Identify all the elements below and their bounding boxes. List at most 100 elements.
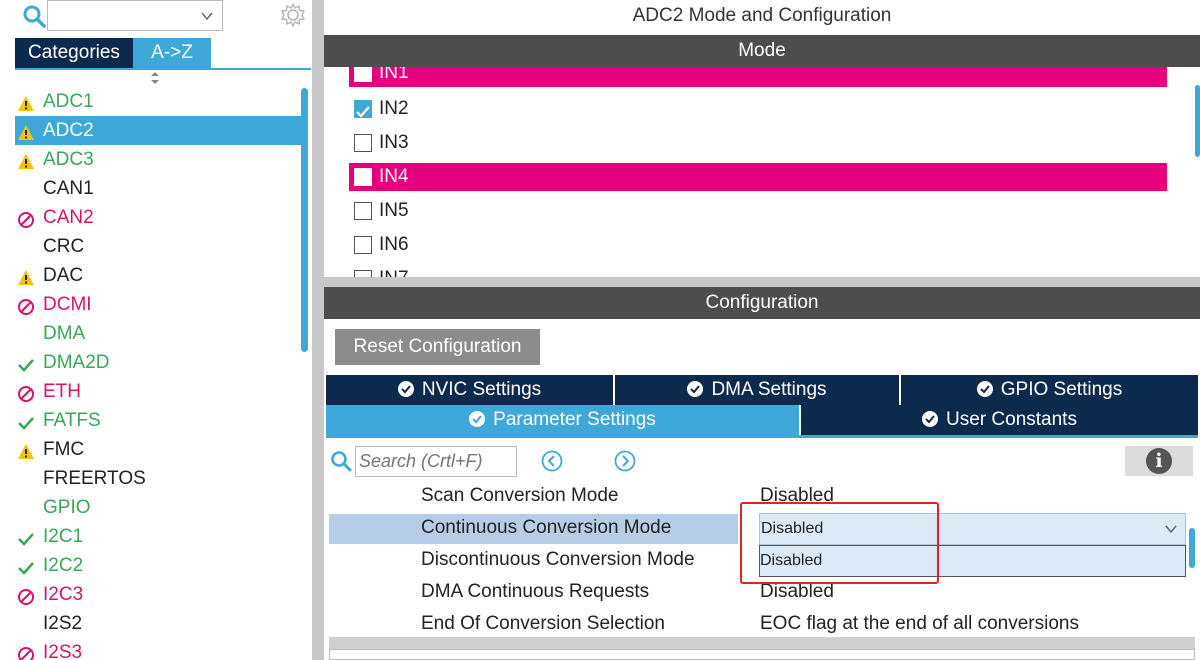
component-view-tabs: Categories A->Z bbox=[15, 38, 311, 70]
mode-channel-list: IN1 IN2 IN3 IN4 IN5 IN6 IN7 bbox=[324, 67, 1200, 277]
tab-parameter-settings[interactable]: Parameter Settings bbox=[326, 405, 799, 435]
component-item-eth[interactable]: ETH bbox=[15, 377, 302, 406]
warning-icon bbox=[17, 267, 35, 285]
channel-row-in2[interactable]: IN2 bbox=[349, 95, 1167, 123]
warning-icon bbox=[17, 93, 35, 111]
tab-dma-settings[interactable]: DMA Settings bbox=[615, 375, 899, 405]
component-item-dma[interactable]: DMA bbox=[15, 319, 302, 348]
component-item-i2s2[interactable]: I2S2 bbox=[15, 609, 302, 638]
search-icon[interactable] bbox=[330, 450, 352, 472]
channel-checkbox[interactable] bbox=[354, 134, 372, 152]
sort-arrows-icon bbox=[151, 72, 159, 84]
component-label: I2C1 bbox=[43, 526, 84, 547]
component-item-i2c2[interactable]: I2C2 bbox=[15, 551, 302, 580]
tab-label: User Constants bbox=[946, 409, 1077, 430]
parameter-name: End Of Conversion Selection bbox=[421, 613, 665, 634]
component-label: DAC bbox=[43, 265, 84, 286]
component-item-dma2d[interactable]: DMA2D bbox=[15, 348, 302, 377]
parameter-name: Scan Conversion Mode bbox=[421, 485, 619, 506]
chevron-down-icon[interactable] bbox=[1164, 522, 1178, 536]
tab-gpio-settings[interactable]: GPIO Settings bbox=[901, 375, 1198, 405]
tab-nvic-settings[interactable]: NVIC Settings bbox=[326, 375, 613, 405]
tab-user-constants[interactable]: User Constants bbox=[801, 405, 1198, 435]
channel-row-in6[interactable]: IN6 bbox=[349, 231, 1167, 259]
panel-splitter[interactable] bbox=[312, 0, 324, 660]
channel-checkbox[interactable] bbox=[354, 236, 372, 254]
gear-icon[interactable] bbox=[280, 2, 306, 28]
component-item-adc3[interactable]: ADC3 bbox=[15, 145, 302, 174]
page-title: ADC2 Mode and Configuration bbox=[632, 5, 892, 26]
component-label: CRC bbox=[43, 236, 85, 257]
component-search-row bbox=[0, 0, 318, 36]
parameter-name: Discontinuous Conversion Mode bbox=[421, 549, 695, 570]
component-label: I2C2 bbox=[43, 555, 84, 576]
previous-match-icon[interactable] bbox=[541, 450, 563, 472]
component-item-adc1[interactable]: ADC1 bbox=[15, 87, 302, 116]
mode-scrollbar[interactable] bbox=[1195, 85, 1200, 157]
component-label: CAN1 bbox=[43, 178, 94, 199]
tab-label: NVIC Settings bbox=[421, 379, 542, 400]
component-label: ADC3 bbox=[43, 149, 94, 170]
channel-label: IN1 bbox=[379, 67, 409, 83]
component-item-crc[interactable]: CRC bbox=[15, 232, 302, 261]
parameter-scrollbar[interactable] bbox=[1189, 528, 1195, 568]
channel-row-in7[interactable]: IN7 bbox=[349, 265, 1167, 277]
check-circle-icon bbox=[397, 381, 414, 397]
warning-icon bbox=[17, 151, 35, 169]
component-label: GPIO bbox=[43, 497, 91, 518]
check-circle-icon bbox=[976, 381, 993, 397]
channel-label: IN2 bbox=[379, 98, 409, 119]
component-item-dcmi[interactable]: DCMI bbox=[15, 290, 302, 319]
component-search-input[interactable] bbox=[47, 0, 223, 31]
component-item-can2[interactable]: CAN2 bbox=[15, 203, 302, 232]
component-item-dac[interactable]: DAC bbox=[15, 261, 302, 290]
parameter-name: DMA Continuous Requests bbox=[421, 581, 650, 602]
channel-checkbox[interactable] bbox=[354, 270, 372, 277]
channel-row-in1[interactable]: IN1 bbox=[349, 67, 1167, 87]
next-match-icon[interactable] bbox=[614, 450, 636, 472]
parameter-horizontal-scrollbar[interactable] bbox=[329, 637, 1195, 649]
component-label: DCMI bbox=[43, 294, 92, 315]
component-item-i2c3[interactable]: I2C3 bbox=[15, 580, 302, 609]
channel-label: IN6 bbox=[379, 234, 409, 255]
channel-row-in4[interactable]: IN4 bbox=[349, 163, 1167, 191]
blocked-icon bbox=[17, 644, 35, 660]
parameter-row[interactable]: End Of Conversion Selection EOC flag at … bbox=[329, 609, 1187, 637]
tab-a-to-z[interactable]: A->Z bbox=[133, 38, 211, 68]
component-item-can1[interactable]: CAN1 bbox=[15, 174, 302, 203]
channel-label: IN5 bbox=[379, 200, 409, 221]
sort-indicator[interactable] bbox=[150, 72, 160, 87]
search-icon[interactable] bbox=[22, 4, 46, 28]
channel-row-in5[interactable]: IN5 bbox=[349, 197, 1167, 225]
component-label: ADC1 bbox=[43, 91, 94, 112]
component-item-i2s3[interactable]: I2S3 bbox=[15, 638, 302, 660]
channel-checkbox[interactable] bbox=[354, 202, 372, 220]
component-item-adc2[interactable]: ADC2 bbox=[15, 116, 302, 145]
channel-label: IN3 bbox=[379, 132, 409, 153]
component-item-fmc[interactable]: FMC bbox=[15, 435, 302, 464]
component-item-freertos[interactable]: FREERTOS bbox=[15, 464, 302, 493]
component-list-scrollbar[interactable] bbox=[301, 88, 308, 352]
blocked-icon bbox=[17, 586, 35, 605]
info-icon: i bbox=[1146, 448, 1172, 474]
component-item-gpio[interactable]: GPIO bbox=[15, 493, 302, 522]
tab-label: DMA Settings bbox=[711, 379, 827, 400]
component-item-fatfs[interactable]: FATFS bbox=[15, 406, 302, 435]
channel-checkbox[interactable] bbox=[354, 100, 372, 118]
component-label: I2S2 bbox=[43, 613, 83, 634]
info-button[interactable]: i bbox=[1125, 446, 1193, 476]
parameter-value: EOC flag at the end of all conversions bbox=[760, 613, 1079, 634]
component-item-i2c1[interactable]: I2C1 bbox=[15, 522, 302, 551]
tab-categories[interactable]: Categories bbox=[15, 38, 133, 68]
chevron-down-icon[interactable] bbox=[200, 9, 214, 23]
parameter-search-input[interactable] bbox=[355, 446, 517, 477]
reset-configuration-button[interactable]: Reset Configuration bbox=[335, 329, 540, 365]
section-splitter[interactable] bbox=[324, 277, 1200, 287]
channel-checkbox[interactable] bbox=[354, 168, 372, 186]
channel-checkbox[interactable] bbox=[354, 67, 372, 82]
mode-header: Mode bbox=[324, 35, 1200, 67]
warning-icon bbox=[17, 122, 35, 140]
check-circle-icon bbox=[687, 381, 704, 397]
component-label: FMC bbox=[43, 439, 85, 460]
channel-row-in3[interactable]: IN3 bbox=[349, 129, 1167, 157]
